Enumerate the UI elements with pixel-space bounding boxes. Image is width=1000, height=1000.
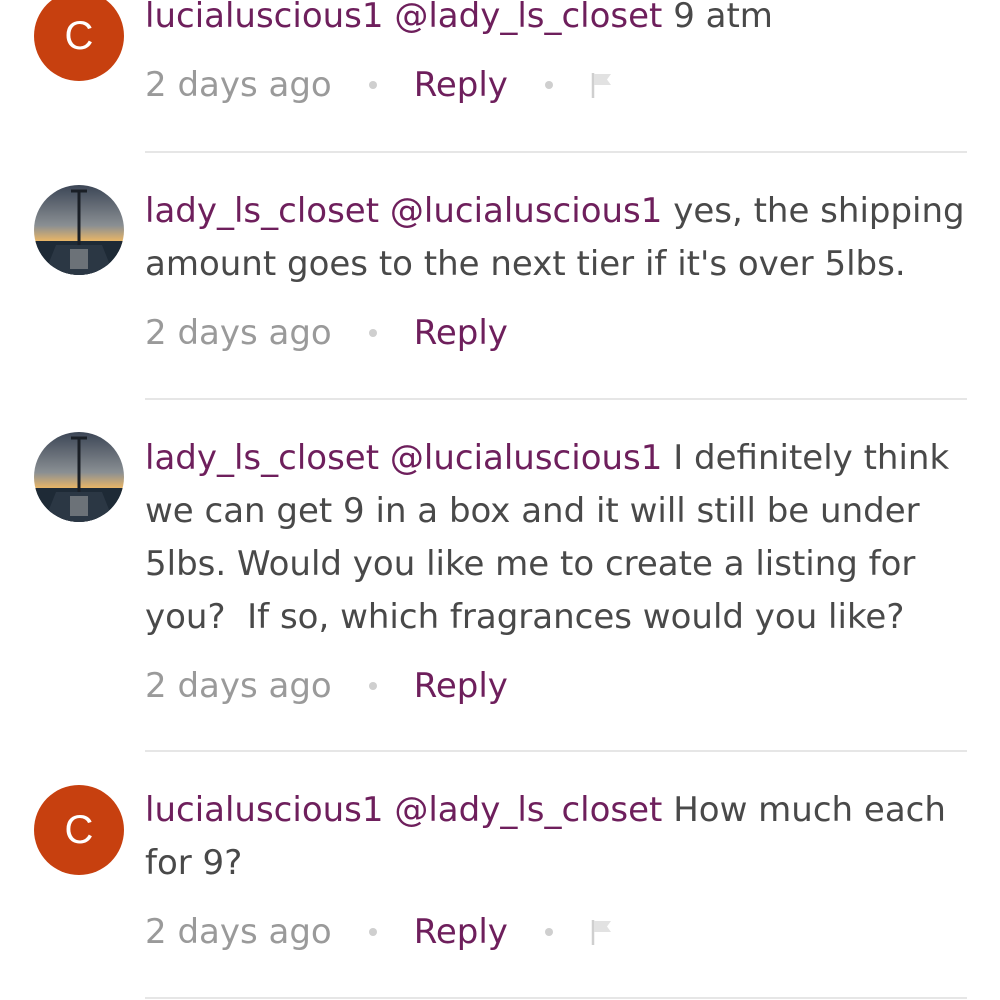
divider — [145, 750, 967, 752]
reply-button[interactable]: Reply — [414, 912, 508, 952]
comment-mention[interactable]: @lady_ls_closet — [394, 0, 662, 36]
comment-meta: 2 days ago Reply — [145, 907, 614, 957]
timestamp: 2 days ago — [145, 912, 332, 952]
comment-author[interactable]: lady_ls_closet — [145, 438, 379, 478]
comment-body: lady_ls_closet @lucialuscious1 I definit… — [145, 432, 970, 644]
comments-list: C lucialuscious1 @lady_ls_closet 9 atm 2… — [0, 0, 1000, 1000]
comment-mention[interactable]: @lucialuscious1 — [390, 438, 663, 478]
separator-dot — [368, 329, 377, 337]
separator-dot — [368, 81, 377, 89]
separator-dot — [544, 928, 553, 936]
comment-meta: 2 days ago Reply — [145, 60, 614, 110]
avatar-letter: C — [64, 807, 94, 852]
comment-author[interactable]: lucialuscious1 — [145, 0, 384, 36]
reply-button[interactable]: Reply — [414, 313, 508, 353]
flag-icon[interactable] — [590, 71, 614, 99]
timestamp: 2 days ago — [145, 666, 332, 706]
comment-mention[interactable]: @lady_ls_closet — [394, 790, 662, 830]
divider — [145, 398, 967, 400]
comment-mention[interactable]: @lucialuscious1 — [390, 191, 663, 231]
separator-dot — [368, 928, 377, 936]
comment-meta: 2 days ago Reply — [145, 661, 508, 711]
timestamp: 2 days ago — [145, 65, 332, 105]
divider — [145, 151, 967, 153]
timestamp: 2 days ago — [145, 313, 332, 353]
comment-author[interactable]: lady_ls_closet — [145, 191, 379, 231]
comment-text: 9 atm — [673, 0, 773, 36]
reply-button[interactable]: Reply — [414, 666, 508, 706]
avatar[interactable] — [34, 185, 124, 275]
reply-button[interactable]: Reply — [414, 65, 508, 105]
avatar[interactable]: C — [34, 785, 124, 875]
separator-dot — [368, 682, 377, 690]
comment-body: lady_ls_closet @lucialuscious1 yes, the … — [145, 185, 970, 291]
avatar-letter: C — [64, 13, 94, 58]
comment-author[interactable]: lucialuscious1 — [145, 790, 384, 830]
comment-body: lucialuscious1 @lady_ls_closet How much … — [145, 784, 970, 890]
separator-dot — [544, 81, 553, 89]
flag-icon[interactable] — [590, 918, 614, 946]
comment-meta: 2 days ago Reply — [145, 308, 508, 358]
divider — [145, 997, 967, 999]
avatar[interactable] — [34, 432, 124, 522]
comment-body: lucialuscious1 @lady_ls_closet 9 atm — [145, 0, 970, 43]
avatar[interactable]: C — [34, 0, 124, 81]
